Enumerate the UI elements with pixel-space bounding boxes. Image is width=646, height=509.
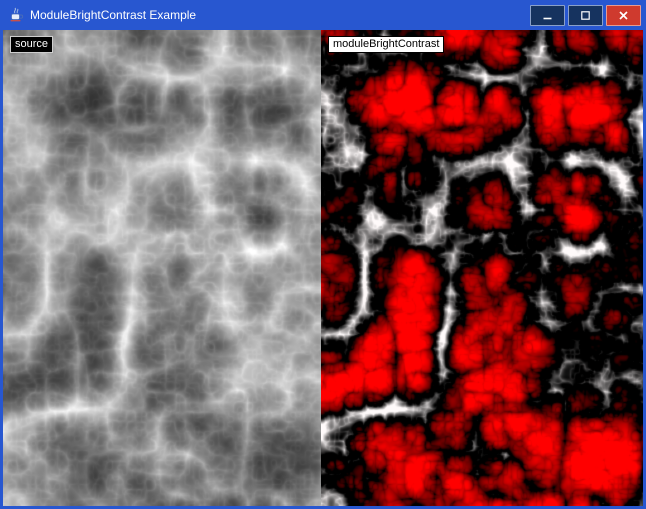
- minimize-button[interactable]: [530, 5, 565, 26]
- java-coffee-cup-icon: [7, 6, 25, 24]
- maximize-button[interactable]: [568, 5, 603, 26]
- app-window: ModuleBrightContrast Example: [0, 0, 646, 509]
- close-icon: [618, 10, 629, 21]
- window-controls: [530, 5, 641, 26]
- maximize-icon: [580, 10, 591, 21]
- minimize-icon: [542, 10, 553, 21]
- close-button[interactable]: [606, 5, 641, 26]
- result-panel: moduleBrightContrast: [321, 30, 643, 506]
- titlebar[interactable]: ModuleBrightContrast Example: [3, 0, 643, 30]
- source-label: source: [10, 36, 53, 53]
- source-panel: source: [3, 30, 321, 506]
- image-panels: source moduleBrightContrast: [3, 30, 643, 506]
- module-label: moduleBrightContrast: [328, 36, 444, 53]
- processed-image-canvas: [321, 30, 643, 506]
- window-title: ModuleBrightContrast Example: [30, 8, 530, 22]
- source-image-canvas: [3, 30, 321, 506]
